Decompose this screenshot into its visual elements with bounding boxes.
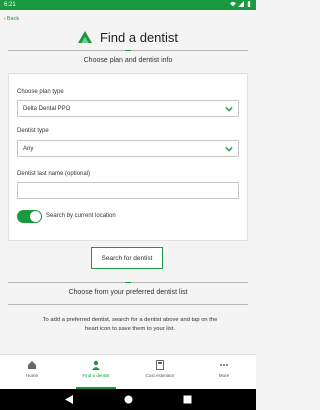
chevron-left-icon: ‹ xyxy=(4,16,6,22)
plan-type-value: Delta Dental PPO xyxy=(23,105,71,112)
plan-type-select[interactable]: Delta Dental PPO xyxy=(17,100,239,117)
system-nav-bar xyxy=(0,389,256,410)
plan-type-label: Choose plan type xyxy=(17,89,64,95)
tab-more-label: More xyxy=(218,373,230,378)
search-dentist-button[interactable]: Search for dentist xyxy=(91,247,163,269)
tab-find-dentist-label: Find a dentist xyxy=(82,373,110,378)
page-title: Find a dentist xyxy=(99,30,179,45)
back-label: Back xyxy=(6,16,20,22)
preferred-title-divider xyxy=(8,304,248,305)
tab-home[interactable]: Home xyxy=(0,355,64,389)
tab-cost-estimator-label: Cost estimator xyxy=(145,373,175,378)
dentist-icon xyxy=(92,360,100,370)
tab-cost-estimator[interactable]: Cost estimator xyxy=(128,355,192,389)
home-icon xyxy=(28,361,36,369)
toggle-knob xyxy=(30,211,41,222)
back-link[interactable]: ‹ Back xyxy=(4,16,19,22)
more-icon xyxy=(220,364,228,366)
home-circle-icon[interactable] xyxy=(124,395,133,404)
status-icons xyxy=(230,1,252,7)
tab-more[interactable]: More xyxy=(192,355,256,389)
tab-home-label: Home xyxy=(25,373,38,378)
chevron-down-icon xyxy=(225,106,233,112)
preferred-message: To add a preferred dentist, search for a… xyxy=(42,317,218,332)
dentist-type-value: Any xyxy=(23,145,34,152)
chevron-down-icon xyxy=(225,146,233,152)
search-form-card: Choose plan type Delta Dental PPO Dentis… xyxy=(8,73,248,241)
dentist-type-label: Dentist type xyxy=(17,128,49,134)
wifi-icon xyxy=(230,1,236,7)
calculator-icon xyxy=(156,360,164,370)
back-triangle-icon[interactable] xyxy=(64,395,74,404)
logo-icon xyxy=(77,31,92,43)
page-header: Find a dentist xyxy=(0,30,256,45)
signal-icon xyxy=(238,1,244,7)
status-time: 6:21 xyxy=(4,1,16,8)
recents-square-icon[interactable] xyxy=(183,395,192,404)
location-toggle-label: Search by current location xyxy=(46,213,116,219)
preferred-title: Choose from your preferred dentist list xyxy=(68,289,188,296)
last-name-label: Dentist last name (optional) xyxy=(17,171,91,177)
preferred-divider-marker xyxy=(125,281,131,283)
status-bar: 6:21 xyxy=(0,0,256,10)
dentist-type-select[interactable]: Any xyxy=(17,140,239,157)
title-divider-marker xyxy=(125,49,131,51)
bottom-nav: Home Find a dentist Cost estimator More xyxy=(0,354,256,389)
page-subtitle: Choose plan and dentist info xyxy=(83,57,173,64)
battery-icon xyxy=(247,1,251,7)
last-name-input[interactable] xyxy=(17,182,239,199)
tab-find-dentist[interactable]: Find a dentist xyxy=(64,355,128,389)
location-toggle[interactable] xyxy=(17,210,42,223)
